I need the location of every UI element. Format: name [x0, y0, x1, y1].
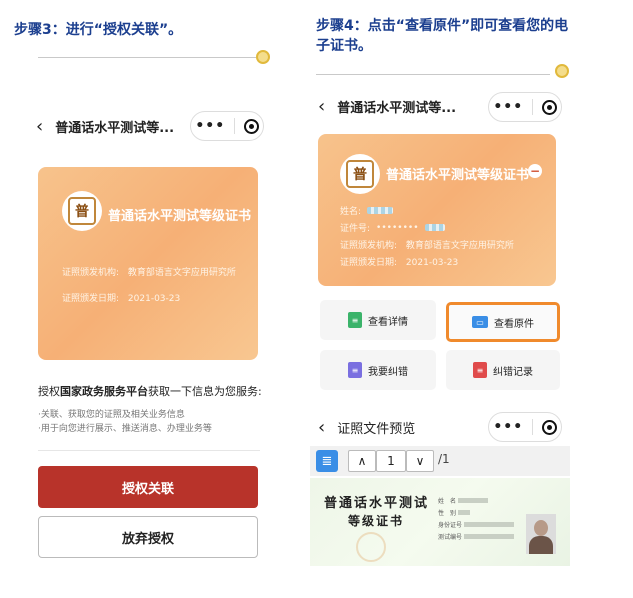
masked-id-suffix — [424, 224, 445, 231]
issuer-label: 证照颁发机构: — [62, 268, 120, 278]
doc-title-line2: 等级证书 — [348, 514, 405, 528]
platform-name: 国家政务服务平台 — [60, 385, 148, 398]
step3-divider — [38, 57, 256, 58]
pdf-toolbar: ≣ ∧ 1 ∨ /1 — [310, 446, 570, 476]
authorize-button[interactable]: 授权关联 — [38, 466, 258, 508]
date-label: 证照颁发日期: — [340, 258, 398, 268]
bullet-item: ·关联、获取您的证照及相关业务信息 — [38, 410, 185, 420]
back-chevron-icon[interactable]: ‹ — [318, 96, 325, 117]
doc-fields: 姓 名 性 别 身份证号 测试编号 — [438, 496, 514, 544]
capsule-menu: ••• — [488, 412, 562, 442]
id-value: •••••••• — [376, 222, 419, 233]
issuer-value: 教育部语言文字应用研究所 — [405, 241, 514, 251]
error-records-button[interactable]: ≡ 纠错记录 — [446, 350, 560, 390]
nav-title: 普通话水平测试等... — [337, 100, 457, 116]
close-target-icon[interactable] — [541, 99, 557, 115]
sidebar-toggle-icon[interactable]: ≣ — [316, 450, 338, 472]
nav-title: 普通话水平测试等... — [55, 120, 175, 136]
decline-button[interactable]: 放弃授权 — [38, 516, 258, 558]
step4-title: 步骤4：点击“查看原件”即可查看您的电 子证书。 — [316, 18, 569, 54]
step4-divider — [316, 74, 550, 75]
capsule-menu: ••• — [190, 111, 264, 141]
auth-bullets: ·关联、获取您的证照及相关业务信息 ·用于向您进行展示、推送消息、办理业务等 — [38, 408, 212, 436]
view-original-button[interactable]: ▭ 查看原件 — [446, 302, 560, 342]
cert-title: 普通话水平测试等级证书 — [108, 209, 252, 224]
certificate-document-preview[interactable]: 普通话水平测试 等级证书 姓 名 性 别 身份证号 测试编号 — [310, 478, 570, 566]
date-value: 2021-03-23 — [405, 258, 459, 268]
collapse-minus-icon[interactable]: − — [528, 164, 542, 178]
auth-description: 授权国家政务服务平台获取一下信息为您服务: — [38, 385, 262, 398]
view-details-button[interactable]: ≡ 查看详情 — [320, 300, 436, 340]
back-chevron-icon[interactable]: ‹ — [36, 116, 43, 137]
masked-name — [367, 207, 394, 214]
cert-seal-icon: 普 — [340, 154, 380, 194]
id-card-blue-icon: ▭ — [472, 316, 488, 328]
step3-title: 步骤3：进行“授权关联”。 — [14, 22, 183, 38]
page-down-button[interactable]: ∨ — [406, 450, 434, 472]
close-target-icon[interactable] — [541, 419, 557, 435]
doc-title-line1: 普通话水平测试 — [324, 496, 430, 511]
page-total: /1 — [438, 452, 450, 466]
more-dots-icon[interactable]: ••• — [493, 99, 523, 115]
document-red-icon: ≡ — [473, 362, 487, 378]
cert-title: 普通话水平测试等级证书 — [386, 168, 530, 183]
issuer-label: 证照颁发机构: — [340, 241, 398, 251]
page-up-button[interactable]: ∧ — [348, 450, 376, 472]
page-number-input[interactable]: 1 — [376, 450, 406, 472]
document-purple-icon: ≡ — [348, 362, 362, 378]
coin-icon — [256, 50, 270, 64]
name-label: 姓名: — [340, 207, 362, 217]
bullet-item: ·用于向您进行展示、推送消息、办理业务等 — [38, 424, 212, 434]
back-chevron-icon[interactable]: ‹ — [318, 417, 325, 438]
document-green-icon: ≡ — [348, 312, 362, 328]
capsule-menu: ••• — [488, 92, 562, 122]
cert-seal-icon: 普 — [62, 191, 102, 231]
certificate-card[interactable]: 普 普通话水平测试等级证书 证照颁发机构: 教育部语言文字应用研究所 证照颁发日… — [38, 167, 258, 360]
photo-avatar — [526, 514, 556, 554]
report-error-button[interactable]: ≡ 我要纠错 — [320, 350, 436, 390]
more-dots-icon[interactable]: ••• — [195, 118, 225, 134]
doc-emblem-icon — [356, 532, 386, 562]
auth-divider — [38, 450, 260, 451]
preview-title: 证照文件预览 — [337, 421, 416, 437]
certificate-card[interactable]: 普 普通话水平测试等级证书 − 姓名: 证件号: •••••••• 证照颁发机构… — [318, 134, 556, 286]
id-label: 证件号: — [340, 224, 371, 234]
coin-icon — [555, 64, 569, 78]
date-value: 2021-03-23 — [127, 294, 181, 304]
more-dots-icon[interactable]: ••• — [493, 419, 523, 435]
issuer-value: 教育部语言文字应用研究所 — [127, 268, 236, 278]
date-label: 证照颁发日期: — [62, 294, 120, 304]
close-target-icon[interactable] — [243, 118, 259, 134]
